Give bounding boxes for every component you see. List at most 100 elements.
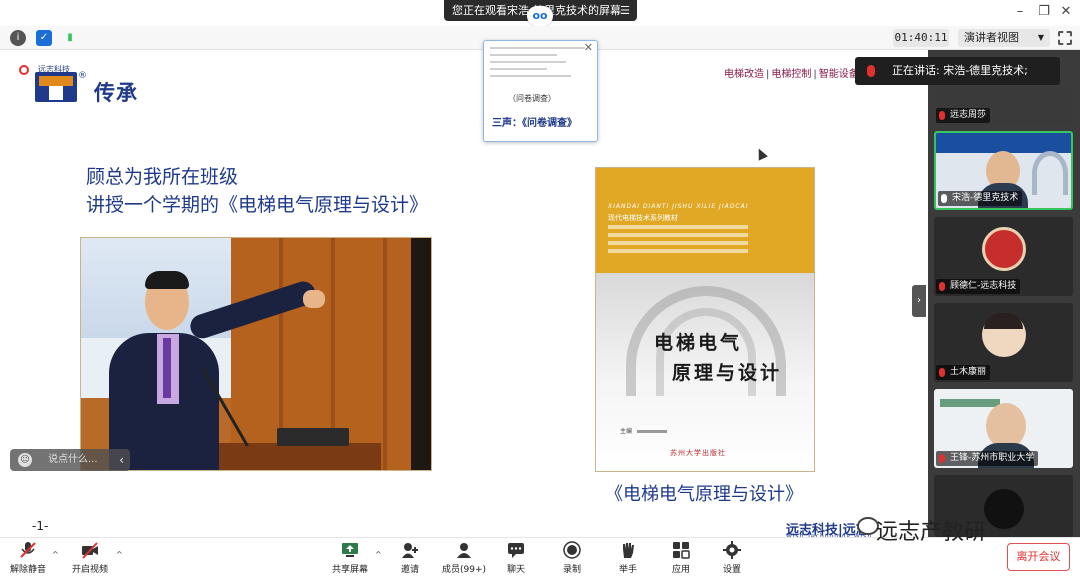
settings-label: 设置	[722, 565, 741, 575]
mouse-cursor-icon	[754, 146, 768, 161]
chevron-up-icon[interactable]: ^	[375, 550, 382, 559]
leave-meeting-button[interactable]: 离开会议	[1007, 543, 1070, 571]
participant-tile[interactable]: 王锋-苏州市职业大学	[934, 389, 1073, 468]
collapse-gallery-icon[interactable]: ›	[912, 285, 926, 317]
members-label: 成员(99+)	[441, 565, 487, 575]
info-icon[interactable]: i	[10, 30, 26, 46]
chat-label: 聊天	[506, 565, 525, 575]
mic-muted-icon	[939, 111, 945, 120]
invite-label: 邀请	[400, 565, 419, 575]
apps-icon	[673, 542, 690, 559]
meeting-timer: 01:40:11	[893, 29, 949, 47]
participant-tile[interactable]: 土木康丽	[934, 303, 1073, 382]
book-publisher: 苏州大学出版社	[670, 449, 726, 457]
participant-name: 王锋-苏州市职业大学	[936, 451, 1039, 466]
speaking-text: 正在讲话: 宋浩-德里克技术;	[892, 64, 1028, 77]
unmute-label: 解除静音	[9, 565, 46, 575]
logo-dot-icon	[19, 65, 29, 75]
chevron-up-icon[interactable]: ^	[52, 550, 59, 559]
chat-placeholder: 说点什么...	[48, 454, 98, 465]
raise-hand-button[interactable]: 举手	[600, 541, 656, 575]
settings-icon	[723, 541, 741, 559]
mic-icon	[941, 194, 947, 203]
avatar	[981, 227, 1026, 271]
slide-section-title: 传承	[94, 81, 138, 105]
mic-muted-icon	[20, 542, 36, 558]
speaking-indicator: 正在讲话: 宋浩-德里克技术;	[855, 57, 1060, 85]
video-off-icon	[82, 542, 98, 559]
share-screen-label: 共享屏幕	[331, 565, 368, 575]
apps-label: 应用	[671, 565, 690, 575]
participant-tile[interactable]: 远志周莎	[934, 88, 1073, 125]
logo-small-text: 远志科技	[38, 65, 70, 74]
book-title: 电梯电气 原理与设计	[654, 328, 782, 388]
raise-hand-icon	[623, 543, 634, 558]
members-button[interactable]: 成员(99+)	[436, 541, 492, 575]
raise-hand-label: 举手	[618, 565, 637, 575]
book-caption: 《电梯电气原理与设计》	[605, 484, 803, 505]
registered-mark: ®	[78, 71, 87, 81]
chat-input[interactable]: ☺ 说点什么... ‹	[10, 449, 130, 471]
record-icon	[563, 541, 581, 559]
view-mode-label: 演讲者视图	[964, 31, 1019, 44]
mic-muted-icon	[939, 368, 945, 377]
popup-overlay-text: （问卷调查）	[508, 94, 556, 103]
signal-icon[interactable]: ▮	[62, 30, 78, 46]
lecturer-photo	[80, 237, 432, 471]
book-pinyin: XIANDAI DIANTI JISHU XILIE JIAOCAI	[608, 203, 749, 210]
hamburger-icon[interactable]: ☰	[620, 0, 630, 21]
top-link-2: 电梯控制	[771, 69, 812, 80]
invite-icon	[402, 543, 418, 558]
share-screen-icon	[342, 543, 358, 557]
book-title-line-1: 电梯电气	[654, 332, 743, 354]
top-link-3: 智能设备	[818, 69, 859, 80]
popup-caption: 三声：《问卷调查》	[492, 118, 577, 129]
close-window-icon[interactable]: ✕	[1058, 4, 1074, 19]
slide-page-number: -1-	[32, 519, 49, 533]
minimize-icon[interactable]: –	[1012, 4, 1028, 19]
shield-icon[interactable]: ✓	[36, 30, 52, 46]
share-screen-button[interactable]: 共享屏幕	[322, 541, 378, 575]
mic-muted-icon	[939, 454, 945, 463]
start-video-label: 开启视频	[71, 565, 108, 575]
apps-button[interactable]: 应用	[653, 541, 709, 575]
book-series: 现代电梯技术系列教材	[608, 214, 678, 222]
settings-button[interactable]: 设置	[704, 541, 760, 575]
book-notes	[608, 225, 778, 257]
participant-name: 远志周莎	[936, 108, 991, 123]
unmute-button[interactable]: 解除静音	[0, 541, 56, 575]
start-video-button[interactable]: 开启视频	[62, 541, 118, 575]
close-icon[interactable]: ✕	[584, 41, 593, 54]
chevron-left-icon[interactable]: ‹	[119, 449, 124, 471]
shared-slide: 远志科技 ® 传承 电梯改造 | 电梯控制 | 智能设备 顾总为我所在班级 讲授一个学期…	[0, 50, 928, 540]
mic-icon	[867, 65, 875, 77]
survey-popup[interactable]: ✕ （问卷调查） 三声：《问卷调查》	[483, 40, 598, 142]
record-label: 录制	[562, 565, 581, 575]
book-cover: XIANDAI DIANTI JISHU XILIE JIAOCAI 现代电梯技…	[595, 167, 815, 472]
book-title-line-2: 原理与设计	[672, 362, 783, 384]
record-button[interactable]: 录制	[544, 541, 600, 575]
invite-button[interactable]: 邀请	[382, 541, 438, 575]
participant-name: 宋浩-德里克技术	[938, 191, 1023, 206]
participant-name: 顾德仁-远志科技	[936, 279, 1021, 294]
headline-line-1: 顾总为我所在班级	[86, 166, 239, 188]
restore-icon[interactable]: ❐	[1036, 4, 1052, 19]
chat-button[interactable]: 聊天	[488, 541, 544, 575]
footer-logo: 远志科技|远志 Wish Technology Wish	[786, 519, 871, 540]
members-icon	[457, 543, 471, 558]
mic-muted-icon	[939, 282, 945, 291]
emoji-icon[interactable]: ☺	[18, 453, 32, 467]
headline-line-2: 讲授一个学期的《电梯电气原理与设计》	[86, 194, 429, 216]
participant-tile-active[interactable]: 宋浩-德里克技术	[934, 131, 1073, 210]
participant-name: 土木康丽	[936, 365, 991, 380]
participant-tile[interactable]: 顾德仁-远志科技	[934, 217, 1073, 296]
chevron-down-icon: ▼	[1037, 33, 1044, 42]
watermark-text: 远志产教研	[876, 520, 987, 545]
company-logo	[35, 72, 77, 104]
popup-text-lines	[490, 47, 585, 82]
chevron-up-icon[interactable]: ^	[116, 550, 123, 559]
fullscreen-icon[interactable]	[1058, 31, 1072, 45]
view-mode-button[interactable]: 演讲者视图 ▼	[958, 29, 1050, 47]
book-author: 主编	[620, 426, 667, 435]
top-link-1: 电梯改造	[724, 69, 764, 80]
